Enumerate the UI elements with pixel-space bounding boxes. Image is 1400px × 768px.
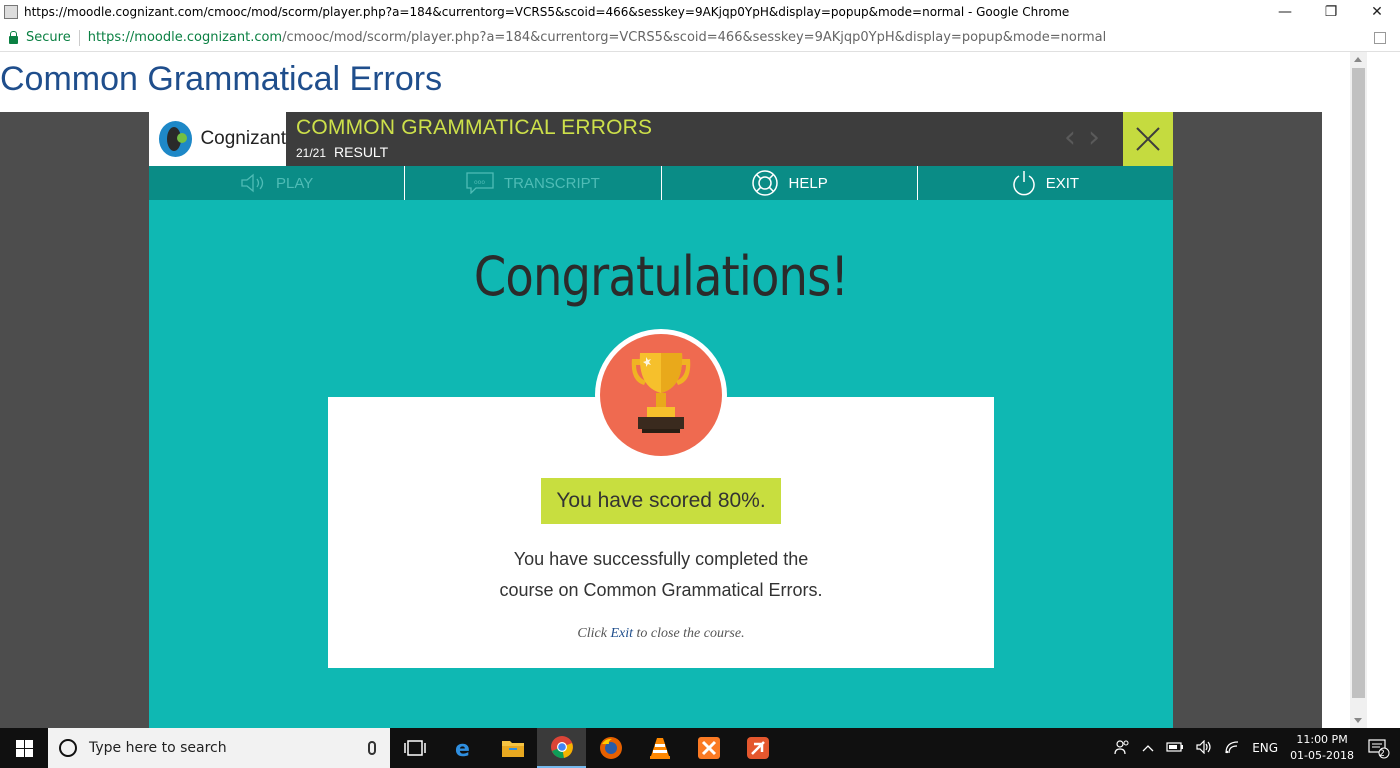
language-indicator[interactable]: ENG — [1252, 741, 1278, 755]
score-badge: You have scored 80%. — [541, 478, 781, 524]
next-arrow-icon[interactable]: › — [1088, 123, 1100, 153]
xampp-icon[interactable] — [684, 728, 733, 768]
secure-label[interactable]: Secure — [26, 30, 71, 45]
action-center-button[interactable]: 2 — [1364, 728, 1400, 768]
exit-hint-link[interactable]: Exit — [610, 626, 633, 641]
page-title: Common Grammatical Errors — [0, 60, 443, 98]
help-label: HELP — [788, 174, 828, 192]
power-icon — [1012, 170, 1036, 196]
windows-taskbar: Type here to search e ENG 11:00 PM 01-05… — [0, 728, 1400, 768]
wifi-icon[interactable] — [1224, 740, 1240, 757]
slide-count: 21/21 — [296, 146, 327, 160]
completion-line-2: course on Common Grammatical Errors. — [499, 580, 823, 600]
congratulations-heading: Congratulations! — [473, 245, 849, 308]
trophy-icon — [631, 353, 691, 433]
completion-line-1: You have successfully completed the — [513, 549, 809, 569]
help-button[interactable]: HELP — [662, 166, 918, 200]
battery-icon[interactable] — [1166, 741, 1184, 756]
taskbar-search[interactable]: Type here to search — [48, 728, 390, 768]
svg-text:e: e — [455, 737, 470, 759]
trophy-badge — [595, 329, 727, 461]
chevron-up-icon[interactable] — [1142, 741, 1154, 755]
edge-icon[interactable]: e — [439, 728, 488, 768]
chrome-icon[interactable] — [537, 728, 586, 768]
task-view-icon[interactable] — [390, 728, 439, 768]
page-scrollbar[interactable] — [1350, 52, 1367, 728]
microphone-icon[interactable] — [368, 741, 376, 755]
transcript-label: TRANSCRIPT — [503, 174, 600, 192]
lock-icon[interactable] — [9, 30, 18, 44]
page-favicon-icon — [4, 5, 18, 19]
scroll-up-icon[interactable] — [1354, 57, 1362, 62]
exit-hint-suffix: to close the course. — [633, 626, 745, 641]
window-controls: — ❐ ✕ — [1262, 0, 1400, 24]
windows-logo-icon — [15, 739, 33, 757]
exit-label: EXIT — [1045, 174, 1080, 192]
completion-message: You have successfully completed the cour… — [328, 544, 994, 606]
system-clock[interactable]: 11:00 PM 01-05-2018 — [1290, 732, 1354, 764]
speech-bubble-icon: ooo — [466, 172, 494, 194]
slide-name: RESULT — [334, 144, 389, 160]
minimize-button[interactable]: — — [1262, 0, 1308, 24]
address-divider — [78, 29, 80, 46]
browser-title-bar: https://moodle.cognizant.com/cmooc/mod/s… — [0, 0, 1400, 24]
window-title: https://moodle.cognizant.com/cmooc/mod/s… — [24, 5, 1070, 19]
slide-nav: ‹ › — [1064, 123, 1100, 153]
player-toolbar: PLAY ooo TRANSCRIPT HELP EXIT — [149, 166, 1173, 200]
logo-text: Cognizant — [200, 128, 286, 149]
clock-date: 01-05-2018 — [1290, 749, 1354, 762]
url-host[interactable]: https://moodle.cognizant.com — [88, 30, 282, 45]
scroll-down-icon[interactable] — [1354, 718, 1362, 723]
course-title: COMMON GRAMMATICAL ERRORS — [296, 116, 653, 139]
file-explorer-icon[interactable] — [488, 728, 537, 768]
address-bar[interactable]: Secure https://moodle.cognizant.com/cmoo… — [0, 24, 1400, 52]
taskbar-apps: e — [390, 728, 782, 768]
close-course-button[interactable] — [1123, 112, 1173, 166]
player-header: Cognizant COMMON GRAMMATICAL ERRORS 21/2… — [149, 112, 1173, 166]
filezilla-icon[interactable] — [733, 728, 782, 768]
scorm-player: Cognizant COMMON GRAMMATICAL ERRORS 21/2… — [149, 112, 1173, 728]
system-tray: ENG 11:00 PM 01-05-2018 2 — [1114, 728, 1400, 768]
slide-info: 21/21 RESULT — [296, 144, 388, 160]
exit-hint-prefix: Click — [577, 626, 611, 641]
people-icon[interactable] — [1114, 739, 1130, 758]
close-window-button[interactable]: ✕ — [1354, 0, 1400, 24]
cortana-icon — [59, 739, 77, 757]
exit-hint: Click Exit to close the course. — [328, 626, 994, 642]
volume-icon[interactable] — [1196, 739, 1212, 757]
play-label: PLAY — [276, 174, 314, 192]
search-placeholder: Type here to search — [89, 740, 227, 756]
svg-text:ooo: ooo — [474, 179, 485, 186]
speaker-icon — [240, 173, 266, 193]
play-button[interactable]: PLAY — [149, 166, 406, 200]
start-button[interactable] — [0, 728, 48, 768]
blocked-popup-icon[interactable] — [1374, 31, 1386, 44]
scroll-thumb[interactable] — [1352, 68, 1365, 698]
transcript-button[interactable]: ooo TRANSCRIPT — [405, 166, 662, 200]
url-path[interactable]: /cmooc/mod/scorm/player.php?a=184&curren… — [282, 30, 1106, 45]
prev-arrow-icon[interactable]: ‹ — [1064, 123, 1076, 153]
exit-button[interactable]: EXIT — [918, 166, 1173, 200]
lifebuoy-icon — [751, 169, 779, 197]
close-icon — [1136, 127, 1160, 151]
clock-time: 11:00 PM — [1296, 733, 1348, 746]
vlc-icon[interactable] — [635, 728, 684, 768]
trophy-background — [600, 334, 722, 456]
cognizant-logo: Cognizant — [149, 112, 286, 166]
firefox-icon[interactable] — [586, 728, 635, 768]
cognizant-logo-icon — [159, 121, 193, 157]
notification-count: 2 — [1379, 749, 1385, 759]
restore-button[interactable]: ❐ — [1308, 0, 1354, 24]
